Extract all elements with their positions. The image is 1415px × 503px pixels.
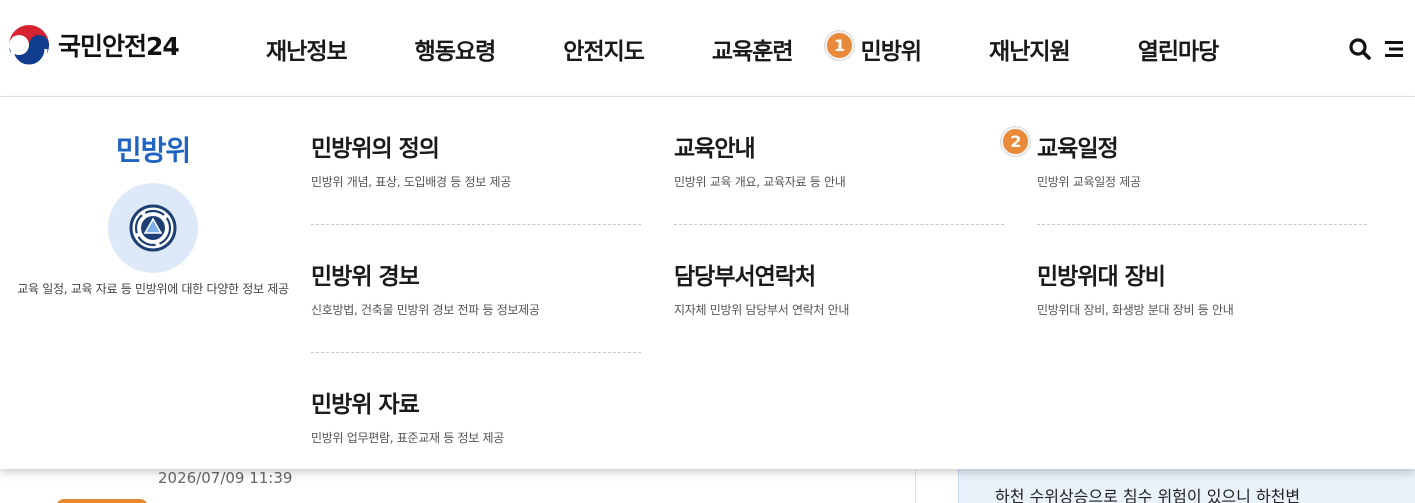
mega-menu-column-3: 2 교육일정 민방위 교육일정 제공 민방위대 장비 민방위대 장비, 화생방 … — [1001, 97, 1367, 353]
menu-item-materials[interactable]: 민방위 자료 민방위 업무편람, 표준교재 등 정보 제공 — [311, 353, 641, 481]
logo-text: 국민안전24 — [58, 32, 180, 61]
menu-item-definition[interactable]: 민방위의 정의 민방위 개념, 표상, 도입배경 등 정보 제공 — [311, 97, 641, 225]
nav-item-civil-defense-label: 민방위 — [860, 38, 922, 65]
site-header: 국민안전24 재난정보 행동요령 안전지도 교육훈련 1 민방위 재난지원 열린… — [0, 0, 1415, 97]
hamburger-menu-icon — [1385, 41, 1403, 57]
menu-item-desc: 민방위 교육 개요, 교육자료 등 안내 — [674, 175, 846, 189]
all-menu-button[interactable] — [1381, 36, 1407, 62]
nav-item-action-guide[interactable]: 행동요령 — [415, 32, 497, 66]
search-icon — [1349, 38, 1371, 60]
mega-menu-title: 민방위 — [115, 134, 191, 167]
mega-menu-intro: 민방위 교육 일정, 교육 자료 등 민방위에 대한 다양한 정보 제공 — [0, 97, 306, 469]
menu-item-title: 민방위 자료 — [311, 392, 420, 418]
category-chip — [56, 499, 148, 503]
header-utilities — [1347, 36, 1407, 62]
mega-menu-column-2: 교육안내 민방위 교육 개요, 교육자료 등 안내 담당부서연락처 지자체 민방… — [674, 97, 1004, 353]
menu-item-education-schedule[interactable]: 2 교육일정 민방위 교육일정 제공 — [1001, 97, 1367, 225]
menu-item-desc: 민방위 업무편람, 표준교재 등 정보 제공 — [311, 431, 504, 445]
civil-defense-emblem — [108, 183, 198, 273]
menu-item-desc: 민방위 개념, 표상, 도입배경 등 정보 제공 — [311, 175, 511, 189]
menu-item-title: 민방위대 장비 — [1037, 264, 1166, 290]
mega-menu-civil-defense: 민방위 교육 일정, 교육 자료 등 민방위에 대한 다양한 정보 제공 민방위… — [0, 97, 1415, 469]
nav-item-education-training[interactable]: 교육훈련 — [712, 32, 794, 66]
menu-item-education-guide[interactable]: 교육안내 민방위 교육 개요, 교육자료 등 안내 — [674, 97, 1004, 225]
step-badge-1: 1 — [824, 30, 854, 60]
menu-item-title: 2 교육일정 — [1001, 127, 1367, 163]
mega-menu-column-1: 민방위의 정의 민방위 개념, 표상, 도입배경 등 정보 제공 민방위 경보 … — [311, 97, 641, 481]
site-logo[interactable]: 국민안전24 — [8, 24, 180, 66]
menu-item-title: 민방위 경보 — [311, 264, 420, 290]
nav-item-open-forum[interactable]: 열린마당 — [1138, 32, 1220, 66]
menu-item-title-label: 교육일정 — [1037, 136, 1119, 162]
nav-item-disaster-support[interactable]: 재난지원 — [989, 32, 1071, 66]
post-timestamp: 2026/07/09 11:39 — [158, 469, 293, 487]
menu-item-title: 교육안내 — [674, 136, 756, 162]
menu-item-department-contacts[interactable]: 담당부서연락처 지자체 민방위 담당부서 연락처 안내 — [674, 225, 1004, 353]
nav-item-civil-defense[interactable]: 1 민방위 — [824, 30, 922, 66]
menu-item-title: 담당부서연락처 — [674, 264, 816, 290]
step-badge-2: 2 — [1001, 127, 1030, 156]
mega-menu-description: 교육 일정, 교육 자료 등 민방위에 대한 다양한 정보 제공 — [17, 282, 289, 296]
civil-defense-emblem-icon — [129, 204, 177, 252]
notice-text: 하천 수위상승으로 침수 위험이 있으니 하천변 — [995, 487, 1301, 503]
menu-item-title: 민방위의 정의 — [311, 136, 440, 162]
menu-item-desc: 민방위 교육일정 제공 — [1037, 175, 1141, 189]
nav-item-disaster-info[interactable]: 재난정보 — [266, 32, 348, 66]
menu-item-alert[interactable]: 민방위 경보 신호방법, 건축물 민방위 경보 전파 등 정보제공 — [311, 225, 641, 353]
main-navigation: 재난정보 행동요령 안전지도 교육훈련 1 민방위 재난지원 열린마당 — [230, 0, 1220, 97]
taegeuk-logo-icon — [9, 25, 49, 66]
menu-item-desc: 신호방법, 건축물 민방위 경보 전파 등 정보제공 — [311, 303, 540, 317]
notice-panel: 하천 수위상승으로 침수 위험이 있으니 하천변 — [958, 469, 1415, 503]
menu-item-equipment[interactable]: 민방위대 장비 민방위대 장비, 화생방 분대 장비 등 안내 — [1037, 225, 1367, 353]
menu-item-desc: 지자체 민방위 담당부서 연락처 안내 — [674, 303, 850, 317]
search-button[interactable] — [1347, 36, 1373, 62]
menu-item-desc: 민방위대 장비, 화생방 분대 장비 등 안내 — [1037, 303, 1234, 317]
nav-item-safety-map[interactable]: 안전지도 — [563, 32, 645, 66]
